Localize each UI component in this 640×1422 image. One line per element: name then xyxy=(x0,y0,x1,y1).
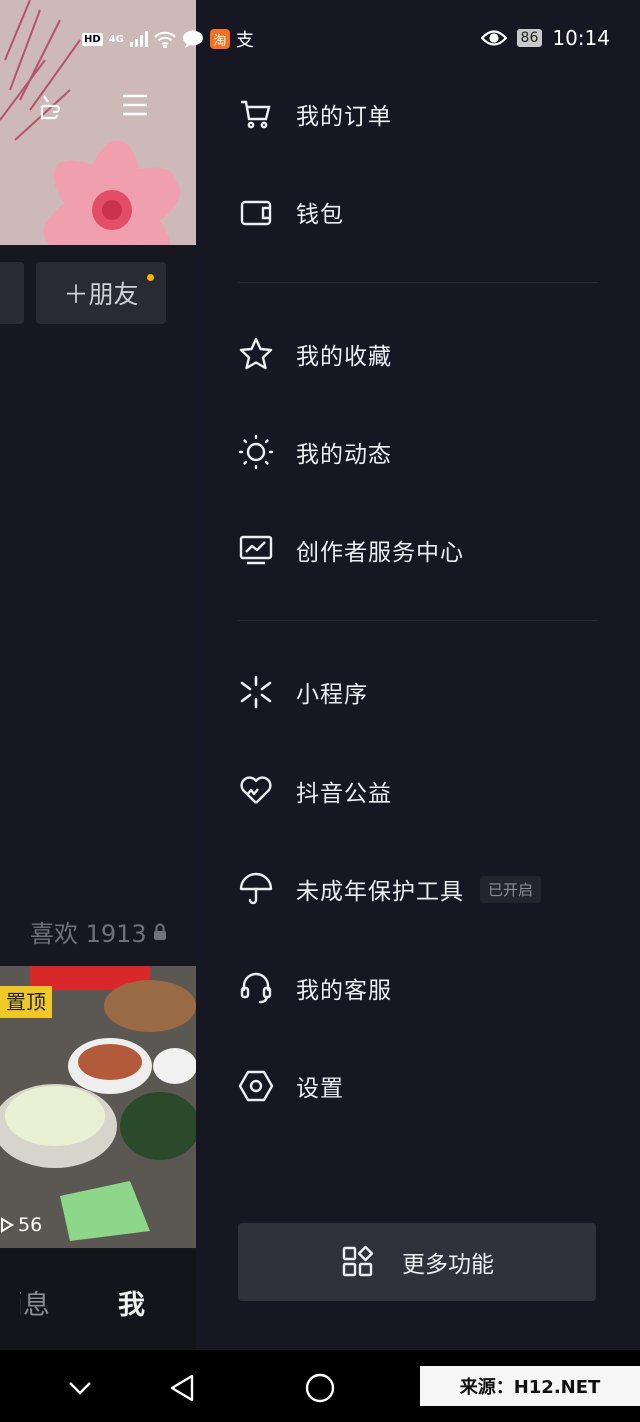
menu-item-orders[interactable]: 我的订单 xyxy=(238,84,392,144)
wallet-icon xyxy=(238,194,274,230)
add-friend-button[interactable]: ＋朋友 xyxy=(36,262,166,324)
menu-item-customer-service[interactable]: 我的客服 xyxy=(238,958,392,1018)
tab-me[interactable]: 我 xyxy=(118,1283,145,1322)
notification-dot xyxy=(147,274,154,281)
menu-icon[interactable] xyxy=(120,92,156,128)
home-circle-icon[interactable] xyxy=(302,1370,338,1406)
drawer-divider-1 xyxy=(238,282,598,283)
play-count: 56 xyxy=(0,1214,42,1236)
mini-program-icon xyxy=(238,674,274,710)
hd-indicator: HD xyxy=(82,32,103,46)
menu-item-settings[interactable]: 设置 xyxy=(238,1056,344,1116)
eye-icon xyxy=(480,30,507,46)
menu-label-favorites: 我的收藏 xyxy=(296,344,392,370)
menu-label-minor-protection: 未成年保护工具 xyxy=(296,879,464,905)
side-drawer: 我的订单 钱包 我的收藏 我的动态 创作者服务中心 小程序 抖音公益 未成年保护… xyxy=(196,0,640,1350)
sun-icon xyxy=(238,434,274,470)
menu-item-wallet[interactable]: 钱包 xyxy=(238,182,344,242)
cart-icon xyxy=(238,96,274,132)
more-features-label: 更多功能 xyxy=(402,1252,494,1278)
menu-label-orders: 我的订单 xyxy=(296,104,392,130)
collapse-chevron-icon[interactable] xyxy=(62,1370,98,1406)
battery-indicator: 86 xyxy=(516,29,543,47)
umbrella-icon xyxy=(238,871,274,907)
alipay-icon: 支 xyxy=(235,30,254,51)
menu-label-wallet: 钱包 xyxy=(296,202,344,228)
menu-label-charity: 抖音公益 xyxy=(296,781,392,807)
star-icon xyxy=(238,336,274,372)
add-friend-label: ＋朋友 xyxy=(63,280,139,309)
play-count-value: 56 xyxy=(18,1214,43,1236)
status-left: HD 4G 淘 支 xyxy=(82,26,254,52)
wifi-icon xyxy=(154,31,176,48)
monitor-chart-icon xyxy=(238,532,274,568)
headset-icon xyxy=(238,970,274,1006)
menu-label-activity: 我的动态 xyxy=(296,442,392,468)
heart-hands-icon xyxy=(238,773,274,809)
grid-apps-icon xyxy=(340,1244,376,1280)
menu-item-favorites[interactable]: 我的收藏 xyxy=(238,324,392,384)
lock-icon xyxy=(153,923,166,940)
drawer-divider-2 xyxy=(238,620,598,621)
status-time: 10:14 xyxy=(552,26,610,50)
status-bar: HD 4G 淘 支 86 10:14 xyxy=(0,0,640,78)
menu-item-minor-protection[interactable]: 未成年保护工具 已开启 xyxy=(238,859,542,919)
edit-profile-button[interactable] xyxy=(0,262,24,324)
pinned-badge: 置顶 xyxy=(0,986,52,1018)
chat-bubble-icon xyxy=(182,30,203,48)
menu-item-activity[interactable]: 我的动态 xyxy=(238,422,392,482)
menu-item-charity[interactable]: 抖音公益 xyxy=(238,761,392,821)
status-right: 86 10:14 xyxy=(480,26,610,50)
menu-label-customer-service: 我的客服 xyxy=(296,978,392,1004)
background-profile: ＋朋友 喜欢 1913 置顶 56 xyxy=(0,0,200,1350)
source-watermark: 来源：H12.NET xyxy=(420,1366,640,1406)
back-triangle-icon[interactable] xyxy=(164,1370,200,1406)
likes-label: 喜欢 1913 xyxy=(30,920,147,948)
menu-label-settings: 设置 xyxy=(296,1076,344,1102)
menu-label-mini-programs: 小程序 xyxy=(296,682,368,708)
likes-tab[interactable]: 喜欢 1913 xyxy=(30,914,167,949)
more-features-button[interactable]: 更多功能 xyxy=(238,1223,596,1301)
status-badge-enabled: 已开启 xyxy=(480,875,542,903)
signal-icon xyxy=(129,31,148,47)
hand-point-icon[interactable] xyxy=(36,92,72,128)
taobao-icon: 淘 xyxy=(209,29,230,49)
menu-label-creator-center: 创作者服务中心 xyxy=(296,540,464,566)
menu-item-creator-center[interactable]: 创作者服务中心 xyxy=(238,520,464,580)
hexagon-gear-icon xyxy=(238,1068,274,1104)
network-label: 4G xyxy=(108,33,124,45)
play-icon xyxy=(0,1217,14,1233)
menu-item-mini-programs[interactable]: 小程序 xyxy=(238,662,368,722)
